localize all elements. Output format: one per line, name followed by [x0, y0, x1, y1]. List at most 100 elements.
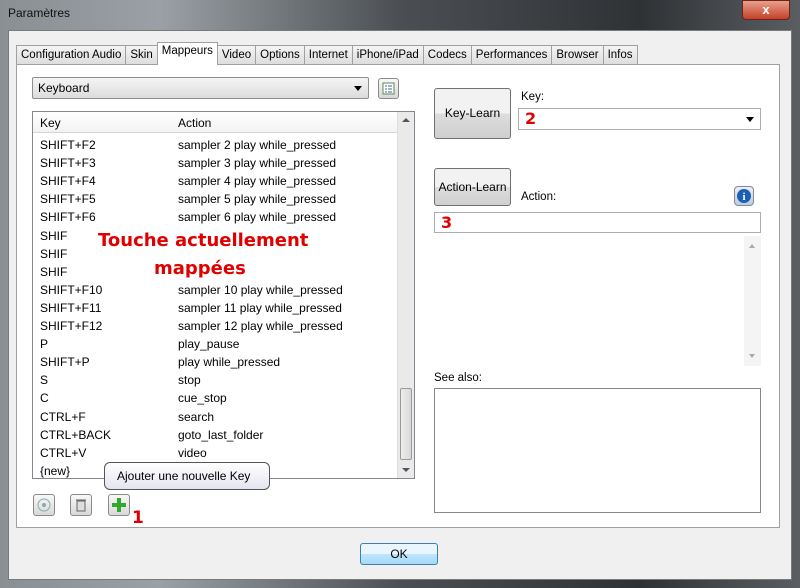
tab-bar: Configuration Audio Skin Mappeurs Video Opti… [16, 42, 638, 65]
row-action: sampler 4 play while_pressed [178, 174, 337, 189]
annotation-line1: Touche actuellement [98, 230, 309, 251]
row-key: SHIFT+F6 [40, 210, 96, 225]
action-description [434, 236, 761, 366]
row-action: goto_last_folder [178, 427, 264, 442]
annotation-3: 3 [441, 213, 453, 232]
scroll-up-icon[interactable] [402, 118, 410, 122]
table-row[interactable]: SHIFT+F4 sampler 4 play while_pressed [40, 172, 395, 190]
row-key: SHIFT+F12 [40, 319, 103, 333]
key-combo[interactable]: 2 [518, 108, 761, 130]
action-learn-button[interactable]: Action-Learn [434, 168, 511, 206]
info-button[interactable]: i [734, 186, 754, 206]
tab-configuration-audio[interactable]: Configuration Audio [16, 45, 127, 65]
tab-mappeurs[interactable]: Mappeurs [156, 42, 218, 65]
key-label: Key: [521, 91, 545, 103]
row-key: SHIFT+F10 [40, 282, 103, 297]
row-key: SHIFT+F2 [40, 138, 96, 152]
table-row[interactable]: CTRL+V video [40, 444, 395, 462]
see-also-label: See also: [434, 372, 482, 384]
chevron-down-icon [746, 117, 754, 122]
tab-infos[interactable]: Infos [602, 45, 638, 65]
scroll-down-icon[interactable] [402, 468, 410, 472]
row-action: sampler 6 play while_pressed [178, 210, 337, 225]
chevron-down-icon [354, 86, 362, 91]
table-row[interactable]: Sstop [40, 371, 395, 389]
scroll-down-icon[interactable] [749, 354, 755, 358]
scroll-up-icon[interactable] [749, 244, 755, 248]
mapping-list[interactable]: Key Action SHIFT+F2 sampler 2 play while_… [32, 111, 415, 479]
tab-video[interactable]: Video [216, 45, 257, 65]
annotation-line2: mappées [154, 258, 246, 279]
table-row[interactable]: CTRL+F search [40, 408, 395, 426]
list-header: Key Action [33, 112, 397, 133]
annotation-2: 2 [525, 109, 537, 128]
tab-skin[interactable]: Skin [125, 45, 158, 65]
row-key: P [40, 337, 49, 352]
row-action: sampler 12 play while_pressed [178, 319, 343, 333]
device-combo[interactable]: Keyboard [32, 77, 369, 99]
device-combo-value: Keyboard [38, 81, 90, 95]
row-action: video [178, 445, 207, 460]
tab-options[interactable]: Options [255, 45, 305, 65]
disc-icon [37, 498, 51, 512]
table-row[interactable]: SHIFT+F12 sampler 12 play while_pressed [40, 317, 395, 335]
tab-browser[interactable]: Browser [551, 45, 604, 65]
table-row[interactable]: CTRL+BACK goto_last_folder [40, 426, 395, 444]
table-row[interactable]: SHIFT+F10 sampler 10 play while_pressed [40, 281, 395, 299]
row-action: play while_pressed [178, 355, 281, 370]
row-key: SHIFT+F11 [40, 300, 102, 315]
column-header-key[interactable]: Key [40, 116, 61, 130]
window-title: Paramètres [8, 6, 71, 20]
tab-iphone-ipad[interactable]: iPhone/iPad [351, 45, 424, 65]
row-key: {new} [40, 463, 71, 478]
row-key: SHIFT+F3 [40, 156, 96, 171]
table-row[interactable]: SHIFT+F2 sampler 2 play while_pressed [40, 136, 395, 154]
tab-performances[interactable]: Performances [470, 45, 553, 65]
description-scrollbar[interactable] [744, 236, 761, 366]
row-key: SHIF [40, 264, 68, 279]
row-action: stop [178, 373, 201, 388]
list-view-button[interactable] [378, 78, 399, 99]
row-key: SHIFT+F5 [40, 192, 96, 207]
info-icon: i [737, 189, 751, 203]
tab-codecs[interactable]: Codecs [422, 45, 472, 65]
table-row[interactable]: SHIFT+F3 sampler 3 play while_pressed [40, 154, 395, 172]
row-action: sampler 3 play while_pressed [178, 156, 337, 171]
plus-icon [112, 498, 126, 512]
tooltip: Ajouter une nouvelle Key [104, 462, 270, 490]
svg-text:i: i [742, 191, 745, 203]
row-action: search [178, 409, 215, 424]
column-header-action[interactable]: Action [178, 116, 211, 130]
row-key: S [40, 373, 49, 388]
row-key: SHIF [40, 246, 68, 261]
ok-button[interactable]: OK [360, 543, 438, 565]
tab-internet[interactable]: Internet [303, 45, 353, 65]
row-key: CTRL+BACK [40, 427, 112, 442]
key-learn-button[interactable]: Key-Learn [434, 88, 511, 139]
table-row[interactable]: Pplay_pause [40, 335, 395, 353]
row-action: play_pause [178, 337, 240, 352]
row-action: sampler 10 play while_pressed [178, 282, 343, 297]
add-key-button[interactable] [108, 494, 130, 516]
delete-button[interactable] [70, 494, 92, 516]
see-also-box [434, 388, 761, 513]
table-row[interactable]: SHIFT+F6 sampler 6 play while_pressed [40, 208, 395, 226]
table-row[interactable]: Ccue_stop [40, 389, 395, 407]
table-row[interactable]: SHIFT+F5 sampler 5 play while_pressed [40, 190, 395, 208]
scroll-thumb[interactable] [400, 388, 412, 460]
table-row[interactable]: SHIFT+F11 sampler 11 play while_pressed [40, 299, 395, 317]
trash-icon [76, 499, 86, 512]
close-button[interactable]: x [742, 0, 790, 20]
row-key: SHIF [40, 228, 68, 243]
annotation-1: 1 [132, 508, 144, 528]
action-input[interactable]: 3 [434, 212, 761, 233]
list-scrollbar[interactable] [397, 112, 414, 478]
list-icon [382, 82, 395, 95]
row-key: SHIFT+P [40, 355, 90, 370]
row-key: SHIFT+F4 [40, 174, 96, 189]
action-label: Action: [521, 191, 557, 203]
import-button[interactable] [33, 494, 55, 516]
table-row[interactable]: SHIFT+P play while_pressed [40, 353, 395, 371]
row-key: C [40, 391, 49, 406]
row-action: sampler 11 play while_pressed [178, 300, 342, 315]
